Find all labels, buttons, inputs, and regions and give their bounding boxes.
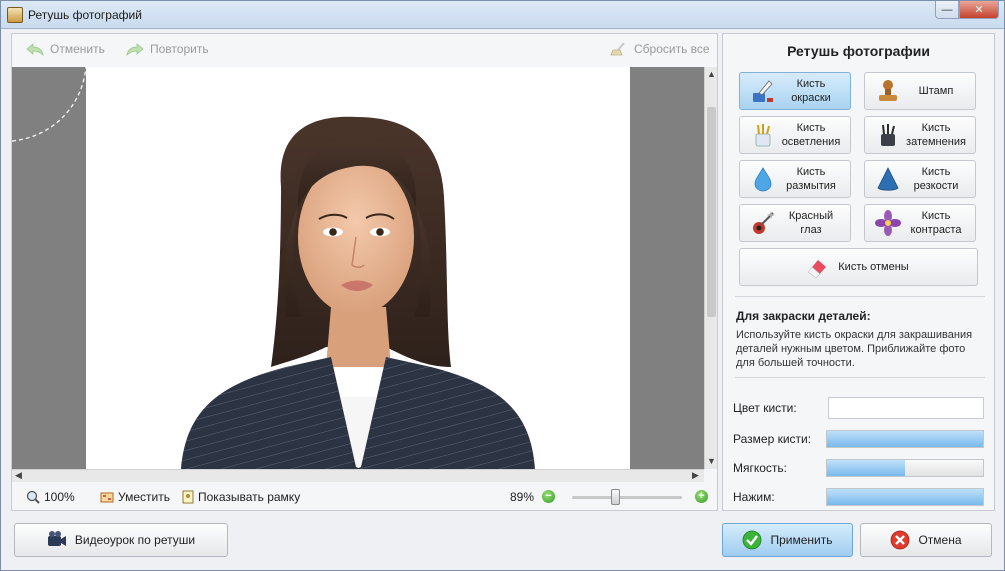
scroll-up-icon[interactable]: ▲: [707, 69, 716, 79]
pressure-fill: [827, 489, 983, 505]
tool-label: Кисть окраски: [791, 78, 831, 104]
brush-color-label: Цвет кисти:: [733, 401, 797, 415]
hint-text: Используйте кисть окраски для закрашиван…: [736, 329, 973, 369]
broom-icon: [610, 42, 628, 56]
stamp-icon: [879, 80, 897, 101]
brush-color-picker[interactable]: [828, 397, 984, 419]
darken-brush-icon: [881, 124, 895, 146]
edit-toolbar: Отменить Повторить Сбросить все: [12, 34, 717, 66]
pressure-slider[interactable]: [826, 488, 984, 506]
redo-button[interactable]: Повторить: [126, 42, 209, 57]
title-bar: Ретушь фотографий — ✕: [1, 1, 1004, 29]
undo-label: Отменить: [50, 42, 105, 56]
eraser-icon: [807, 260, 827, 279]
window-title: Ретушь фотографий: [28, 8, 142, 22]
panel-title: Ретушь фотографии: [787, 43, 930, 59]
tool-stamp[interactable]: Штамп: [864, 72, 976, 110]
zoom-100-label: 100%: [44, 490, 75, 504]
undo-button[interactable]: Отменить: [26, 42, 105, 57]
apply-label: Применить: [770, 533, 833, 547]
contrast-flower-icon: [875, 210, 901, 236]
tool-undo-brush[interactable]: Кисть отмены: [739, 248, 978, 286]
paint-brush-icon: [753, 80, 773, 102]
tool-label: Кисть резкости: [913, 166, 959, 192]
cancel-button[interactable]: Отмена: [860, 523, 992, 557]
scroll-down-icon[interactable]: ▼: [707, 456, 716, 466]
zoom-in-button[interactable]: +: [695, 490, 708, 503]
app-icon: [7, 7, 23, 23]
zoom-out-button[interactable]: −: [542, 490, 555, 503]
brush-size-fill: [827, 431, 983, 447]
pressure-label: Нажим:: [733, 490, 775, 504]
separator: [735, 296, 985, 297]
reset-all-button[interactable]: Сбросить все: [610, 42, 710, 56]
retouch-window: Ретушь фотографий — ✕ Отменить Повторить: [0, 0, 1005, 571]
reset-all-label: Сбросить все: [634, 42, 710, 56]
fit-icon: [100, 492, 114, 503]
tool-sharpen-brush[interactable]: Кисть резкости: [864, 160, 976, 198]
tool-label: Красный глаз: [788, 210, 834, 236]
vertical-scroll-thumb[interactable]: [707, 107, 716, 317]
zoom-slider-thumb[interactable]: [611, 489, 620, 505]
photo-panel: Отменить Повторить Сбросить все ▲ ▼ ◀ ▶ …: [11, 33, 718, 511]
fit-button[interactable]: Уместить: [100, 490, 170, 504]
video-camera-icon: [47, 531, 66, 546]
cancel-label: Отмена: [918, 533, 962, 547]
tool-paint-brush[interactable]: Кисть окраски: [739, 72, 851, 110]
tool-lighten-brush[interactable]: Кисть осветления: [739, 116, 851, 154]
show-frame-toggle[interactable]: Показывать рамку: [182, 490, 300, 504]
softness-fill: [827, 460, 905, 476]
softness-slider[interactable]: [826, 459, 984, 477]
close-button[interactable]: ✕: [959, 1, 999, 19]
brush-size-slider[interactable]: [826, 430, 984, 448]
zoom-100-button[interactable]: 100%: [26, 490, 75, 504]
fit-label: Уместить: [118, 490, 170, 504]
retouch-tools-panel: Ретушь фотографии Кисть окраски Штамп Ки…: [722, 33, 995, 511]
separator: [735, 377, 985, 378]
brush-size-label: Размер кисти:: [733, 432, 812, 446]
tool-label: Кисть затемнения: [906, 122, 966, 148]
video-tutorial-button[interactable]: Видеоурок по ретуши: [14, 523, 228, 557]
blur-drop-icon: [754, 167, 772, 192]
show-frame-label: Показывать рамку: [198, 490, 301, 504]
tool-blur-brush[interactable]: Кисть размытия: [739, 160, 851, 198]
tool-contrast-brush[interactable]: Кисть контраста: [864, 204, 976, 242]
vertical-scrollbar[interactable]: ▲ ▼: [704, 67, 717, 469]
tool-red-eye[interactable]: Красный глаз: [739, 204, 851, 242]
zoom-slider-track[interactable]: [572, 496, 682, 499]
apply-button[interactable]: Применить: [722, 523, 853, 557]
zoom-percent: 89%: [510, 490, 535, 504]
undo-arrow-icon: [26, 42, 44, 57]
tool-label: Кисть отмены: [838, 261, 909, 273]
tool-darken-brush[interactable]: Кисть затемнения: [864, 116, 976, 154]
photo-canvas[interactable]: [12, 67, 704, 469]
tool-label: Кисть размытия: [786, 166, 836, 192]
redo-label: Повторить: [150, 42, 209, 56]
brush-cursor-outline: [12, 67, 87, 142]
minimize-button[interactable]: —: [935, 1, 959, 19]
scroll-left-icon[interactable]: ◀: [15, 470, 22, 481]
frame-icon: [182, 490, 194, 504]
portrait-photo[interactable]: [86, 67, 630, 469]
scroll-right-icon[interactable]: ▶: [692, 470, 699, 481]
video-tutorial-label: Видеоурок по ретуши: [74, 533, 196, 547]
checkmark-icon: [743, 530, 762, 550]
cancel-icon: [891, 530, 910, 550]
tool-label: Кисть осветления: [781, 122, 841, 148]
hint-title: Для закраски деталей:: [736, 309, 871, 323]
red-eye-wand-icon: [753, 211, 775, 234]
tool-label: Кисть контраста: [910, 210, 962, 236]
sharpen-cone-icon: [877, 167, 899, 191]
softness-label: Мягкость:: [733, 461, 788, 475]
lighten-brush-icon: [755, 124, 771, 147]
horizontal-scrollbar[interactable]: ◀ ▶: [12, 469, 704, 482]
magnifier-icon: [26, 490, 40, 504]
redo-arrow-icon: [126, 42, 144, 57]
tool-label: Штамп: [918, 85, 954, 97]
portrait-image: [181, 116, 535, 469]
